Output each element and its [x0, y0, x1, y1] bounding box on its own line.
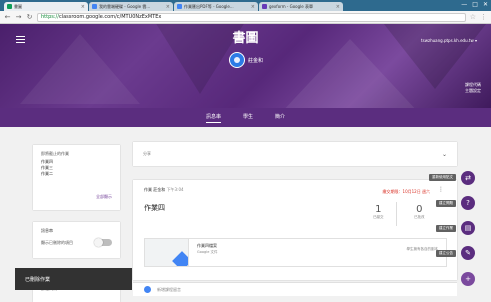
close-tab-icon[interactable]: ×	[336, 4, 340, 10]
more-options-icon[interactable]: ⋮	[438, 187, 444, 193]
plus-icon: +	[465, 275, 471, 283]
post-meta: 作業 莊金和 下午3:04	[144, 187, 184, 193]
upcoming-item[interactable]: 作業二	[41, 171, 112, 177]
class-code-header: 課程代碼 主題設定	[465, 82, 481, 94]
window-controls: — □ ✕	[461, 1, 488, 8]
tab-title: 我的雲端硬碟 - Google 雲...	[99, 3, 151, 9]
reuse-icon: ⇄	[465, 174, 471, 182]
stat-graded[interactable]: 0 已批改	[414, 204, 425, 220]
tab-title: gexform - Google 表單	[269, 3, 313, 9]
drive-icon	[92, 4, 97, 9]
tab-students[interactable]: 學生	[243, 113, 253, 122]
close-tab-icon[interactable]: ×	[251, 4, 255, 10]
browser-tab-forms[interactable]: gexform - Google 表單 ×	[259, 2, 343, 11]
upcoming-title: 即將截止的作業	[41, 151, 69, 156]
share-placeholder: 分享	[143, 151, 151, 156]
user-account[interactable]: tswzhuang.ptps.kh.edu.tw ▾	[421, 38, 477, 43]
display-settings-card: 訊息串 顯示已刪除的項目	[33, 222, 120, 258]
add-fab-button[interactable]: +	[461, 272, 475, 286]
show-deleted-label: 顯示已刪除的項目	[41, 239, 73, 245]
assignment-icon: ▤	[464, 224, 472, 232]
create-question-button[interactable]: ?	[461, 196, 475, 210]
close-tab-icon[interactable]: ×	[81, 4, 85, 10]
docs-icon	[177, 4, 182, 9]
browser-tab-drive[interactable]: 我的雲端硬碟 - Google 雲... ×	[89, 2, 173, 11]
stat-graded-label: 已批改	[414, 215, 425, 219]
url-host: classroom.google.com	[58, 14, 116, 20]
assignment-post: 作業 莊金和 下午3:04 繳交期限：10月12日 週六 ⋮ 作業四 1 已繳交…	[133, 180, 457, 280]
snackbar: 已刪除作業	[15, 268, 132, 290]
post-author: 作業 莊金和	[144, 187, 166, 192]
display-settings-title: 訊息串	[41, 228, 53, 233]
class-title: 書圖	[232, 31, 259, 46]
post-time: 下午3:04	[166, 187, 184, 192]
menu-icon[interactable]: ⋮	[480, 13, 487, 21]
reuse-post-label: 重新使用貼文	[429, 174, 456, 181]
classroom-icon	[7, 4, 12, 9]
class-header-banner: 書圖 tswzhuang.ptps.kh.edu.tw ▾ 莊金和 課程代碼 主…	[0, 24, 491, 108]
browser-tab-classroom[interactable]: 書圖 ×	[4, 2, 88, 11]
reload-icon[interactable]: ↻	[26, 12, 33, 22]
create-assignment-button[interactable]: ▤	[461, 221, 475, 235]
create-question-label: 建立問題	[436, 200, 456, 207]
close-window-icon[interactable]: ✕	[483, 1, 488, 8]
stat-graded-count: 0	[416, 204, 423, 215]
comment-placeholder: 新增課程留言	[157, 286, 181, 292]
stat-divider	[396, 202, 397, 226]
stat-turned-in-count: 1	[375, 204, 382, 215]
minimize-icon[interactable]: —	[461, 1, 467, 8]
show-deleted-toggle[interactable]	[94, 238, 112, 247]
bookmark-star-icon[interactable]: ☆	[470, 13, 476, 21]
due-date: 繳交期限：10月12日 週六	[382, 189, 430, 194]
tab-title: 作業匯出PDF等 - Google...	[184, 3, 234, 9]
attachment-card[interactable]: 作業四檔案 Google 文件 學生擁有各自的副本	[144, 238, 447, 267]
teacher-avatar	[229, 52, 245, 68]
question-icon: ?	[466, 199, 470, 207]
attachment-info: 作業四檔案 Google 文件	[189, 239, 407, 266]
create-announcement-button[interactable]: ✎	[461, 246, 475, 260]
forward-icon[interactable]: →	[15, 12, 22, 22]
create-assignment-label: 建立作業	[436, 225, 456, 232]
maximize-icon[interactable]: □	[472, 1, 478, 8]
share-with-class-box[interactable]: 分享 ⌄	[133, 142, 457, 166]
user-avatar	[144, 286, 151, 293]
attachment-name: 作業四檔案	[197, 243, 217, 248]
url-path: /c/MTU0NzExMTEx	[115, 14, 162, 20]
url-field[interactable]: https:// classroom.google.com /c/MTU0NzE…	[37, 12, 466, 22]
url-scheme: https://	[41, 14, 59, 20]
tab-title: 書圖	[14, 3, 22, 9]
class-comment-box[interactable]: 新增課程留言	[133, 282, 457, 296]
class-nav-bar: 訊息串 學生 簡介	[0, 108, 491, 127]
snackbar-text: 已刪除作業	[25, 276, 51, 283]
view-all-link[interactable]: 全部顯示	[96, 194, 112, 200]
doc-thumbnail	[145, 239, 189, 266]
theme-settings-link[interactable]: 主題設定	[465, 88, 481, 94]
show-deleted-row: 顯示已刪除的項目	[41, 238, 112, 247]
browser-tab-bar: 書圖 × 我的雲端硬碟 - Google 雲... × 作業匯出PDF等 - G…	[0, 0, 491, 11]
create-announcement-label: 建立公告	[436, 250, 456, 257]
stat-turned-in-label: 已繳交	[373, 215, 384, 219]
reuse-post-button[interactable]: ⇄	[461, 171, 475, 185]
announcement-icon: ✎	[465, 249, 471, 257]
teacher-name: 莊金和	[248, 58, 264, 64]
browser-tab-docs[interactable]: 作業匯出PDF等 - Google... ×	[174, 2, 258, 11]
address-bar: ← → ↻ https:// classroom.google.com /c/M…	[0, 11, 491, 24]
back-icon[interactable]: ←	[4, 12, 11, 22]
tab-about[interactable]: 簡介	[275, 113, 285, 122]
close-tab-icon[interactable]: ×	[166, 4, 170, 10]
chevron-down-icon[interactable]: ⌄	[442, 151, 447, 158]
assignment-title[interactable]: 作業四	[144, 203, 165, 213]
forms-icon	[262, 4, 267, 9]
tab-stream[interactable]: 訊息串	[205, 113, 221, 123]
attachment-type: Google 文件	[197, 250, 218, 254]
stat-turned-in[interactable]: 1 已繳交	[373, 204, 384, 220]
upcoming-work-card: 即將截止的作業 作業四 作業三 作業二 全部顯示	[33, 145, 120, 210]
